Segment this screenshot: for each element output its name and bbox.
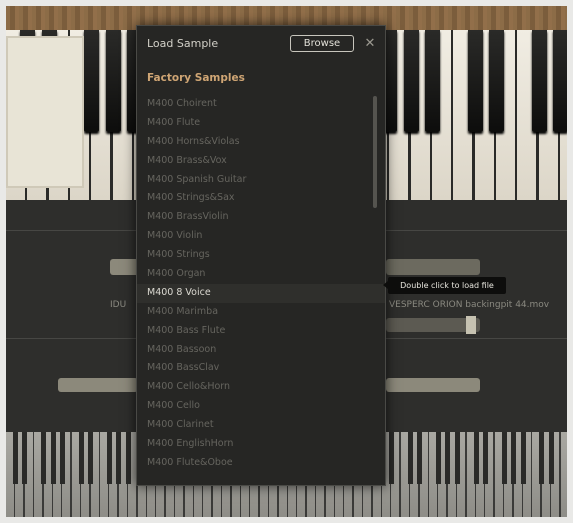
list-item[interactable]: M400 Strings&Sax: [147, 189, 367, 208]
piano-key-black[interactable]: [539, 432, 545, 484]
list-item[interactable]: M400 Marimba: [147, 303, 367, 322]
piano-key-black[interactable]: [552, 30, 568, 132]
list-item[interactable]: M400 Bass Flute: [147, 322, 367, 341]
list-item[interactable]: M400 Horns&Violas: [147, 133, 367, 152]
sample-file-label: VESPERC ORION backingpit 44.mov: [389, 300, 550, 310]
mod-slider[interactable]: [58, 378, 138, 392]
piano-key-black[interactable]: [425, 30, 440, 132]
factory-samples-heading: Factory Samples: [147, 72, 245, 84]
scrollbar[interactable]: [373, 96, 378, 466]
piano-key-white[interactable]: [560, 432, 570, 517]
piano-key-black[interactable]: [50, 432, 56, 484]
list-item[interactable]: M400 Cello: [147, 397, 367, 416]
piano-key-black[interactable]: [511, 432, 517, 484]
piano-key-black[interactable]: [125, 432, 131, 484]
list-item[interactable]: M400 Choirent: [147, 95, 367, 114]
piano-key-black[interactable]: [520, 432, 526, 484]
list-item[interactable]: M400 EnglishHorn: [147, 435, 367, 454]
list-item[interactable]: M400 Spanish Guitar: [147, 171, 367, 190]
load-sample-dialog: Load Sample Browse ✕ Factory Samples M40…: [136, 25, 386, 486]
list-item[interactable]: M400 Flute&Oboe: [147, 454, 367, 473]
piano-key-black[interactable]: [467, 30, 483, 132]
left-panel: [6, 36, 84, 188]
piano-key-black[interactable]: [482, 432, 488, 484]
piano-key-black[interactable]: [84, 30, 100, 132]
tone-slider[interactable]: [386, 378, 480, 392]
scrollbar-thumb[interactable]: [373, 96, 377, 208]
piano-key-black[interactable]: [531, 30, 547, 132]
piano-key-black[interactable]: [445, 432, 451, 484]
list-item[interactable]: M400 Flute: [147, 114, 367, 133]
volume-slider[interactable]: [386, 259, 480, 275]
piano-key-black[interactable]: [501, 432, 507, 484]
piano-key-black[interactable]: [116, 432, 122, 484]
piano-key-black[interactable]: [106, 432, 112, 484]
close-icon[interactable]: ✕: [362, 35, 378, 52]
list-item[interactable]: M400 BassClav: [147, 359, 367, 378]
list-item[interactable]: M400 Cello&Horn: [147, 378, 367, 397]
piano-key-black[interactable]: [78, 432, 84, 484]
piano-key-black[interactable]: [59, 432, 65, 484]
list-item[interactable]: M400 BrassViolin: [147, 208, 367, 227]
list-item[interactable]: M400 Violin: [147, 227, 367, 246]
piano-key-black[interactable]: [88, 432, 94, 484]
piano-key-black[interactable]: [22, 432, 28, 484]
piano-key-black[interactable]: [403, 30, 419, 132]
piano-key-black[interactable]: [388, 432, 394, 484]
piano-key-black[interactable]: [473, 432, 479, 484]
dialog-header: Load Sample Browse ✕: [137, 26, 385, 62]
position-knob[interactable]: [466, 316, 476, 334]
dialog-title: Load Sample: [147, 37, 219, 50]
list-item[interactable]: M400 Strings: [147, 246, 367, 265]
list-item[interactable]: M400 Bassoon: [147, 341, 367, 360]
list-item[interactable]: M400 Brass&Vox: [147, 152, 367, 171]
piano-key-black[interactable]: [435, 432, 441, 484]
piano-key-black[interactable]: [105, 30, 121, 132]
list-item[interactable]: M400 Clarinet: [147, 416, 367, 435]
piano-key-black[interactable]: [548, 432, 554, 484]
piano-key-black[interactable]: [488, 30, 504, 132]
piano-key-black[interactable]: [41, 432, 47, 484]
piano-key-black[interactable]: [454, 432, 460, 484]
sample-list: M400 Choirent M400 Flute M400 Horns&Violas…: [137, 95, 385, 473]
browse-button[interactable]: Browse: [290, 35, 354, 52]
piano-key-black[interactable]: [12, 432, 18, 484]
list-item-selected[interactable]: M400 8 Voice: [137, 283, 385, 303]
piano-key-black[interactable]: [417, 432, 423, 484]
tooltip: Double click to load file: [383, 277, 506, 294]
piano-key-black[interactable]: [407, 432, 413, 484]
list-item[interactable]: M400 Organ: [147, 265, 367, 284]
left-panel-label: IDU: [110, 300, 127, 310]
